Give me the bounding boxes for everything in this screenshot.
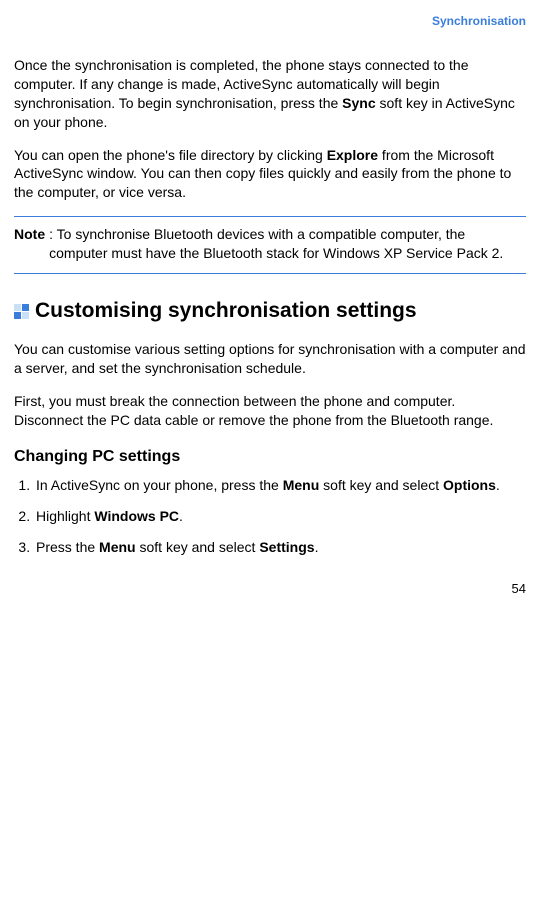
bold-text: Settings [259,539,314,555]
paragraph: First, you must break the connection bet… [14,392,526,430]
heading-2-block: Customising synchronisation settings [14,298,526,324]
bold-text: Windows PC [94,508,179,524]
note-line: Note : To synchronise Bluetooth devices … [14,225,526,263]
heading-2: Customising synchronisation settings [35,298,417,324]
page-content: Synchronisation Once the synchronisation… [0,0,540,608]
note-label: Note [14,225,45,263]
page-number: 54 [14,581,526,596]
square-icon [22,312,29,319]
text: soft key and select [319,477,443,493]
text: . [179,508,183,524]
text: . [496,477,500,493]
paragraph: You can customise various setting option… [14,340,526,378]
text: In ActiveSync on your phone, press the [36,477,283,493]
section-bullet-icon [14,304,29,319]
bold-text: Sync [342,95,375,111]
bold-text: Explore [327,147,378,163]
square-icon [14,312,21,319]
square-icon [22,304,29,311]
bold-text: Menu [283,477,320,493]
list-item: In ActiveSync on your phone, press the M… [34,476,526,495]
text: Highlight [36,508,94,524]
paragraph: You can open the phone's file directory … [14,146,526,203]
text: . [315,539,319,555]
list-item: Highlight Windows PC. [34,507,526,526]
text: You can open the phone's file directory … [14,147,327,163]
ordered-steps: In ActiveSync on your phone, press the M… [34,476,526,557]
running-header: Synchronisation [14,14,526,28]
bold-text: Menu [99,539,136,555]
note-box: Note : To synchronise Bluetooth devices … [14,216,526,274]
text: Press the [36,539,99,555]
bold-text: Options [443,477,496,493]
list-item: Press the Menu soft key and select Setti… [34,538,526,557]
square-icon [14,304,21,311]
paragraph: Once the synchronisation is completed, t… [14,56,526,132]
text: soft key and select [136,539,260,555]
note-text: : To synchronise Bluetooth devices with … [45,225,526,263]
heading-3: Changing PC settings [14,448,526,466]
